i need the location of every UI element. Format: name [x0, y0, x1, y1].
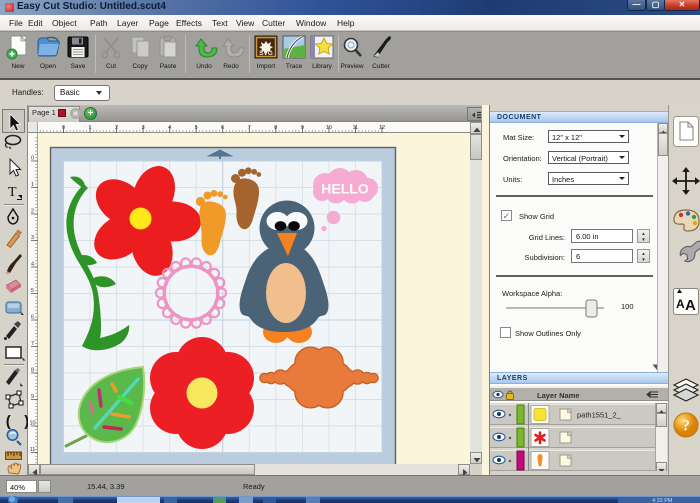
svg-text:11: 11 — [30, 447, 36, 453]
svg-text:4: 4 — [168, 125, 171, 131]
svg-text:8: 8 — [274, 125, 277, 131]
svg-text:A: A — [685, 297, 696, 314]
svg-text:?: ? — [682, 418, 690, 435]
svg-text:5: 5 — [31, 288, 34, 294]
svg-text:0: 0 — [62, 125, 65, 131]
svg-text:( ): ( ) — [4, 414, 28, 431]
svg-text:3: 3 — [31, 235, 34, 241]
svg-text:6: 6 — [221, 125, 224, 131]
svg-text:1: 1 — [31, 182, 34, 188]
svg-text:HELLO: HELLO — [321, 181, 369, 197]
svg-text:9: 9 — [31, 394, 34, 400]
svg-text:7: 7 — [248, 125, 251, 131]
svg-text:9: 9 — [301, 125, 304, 131]
svg-text:path1551_2_: path1551_2_ — [577, 411, 622, 420]
svg-text:2: 2 — [31, 209, 34, 215]
svg-text:4:33 PM: 4:33 PM — [652, 498, 673, 503]
svg-text:10: 10 — [326, 125, 332, 131]
svg-text:10: 10 — [29, 421, 35, 427]
svg-text:7: 7 — [31, 341, 34, 347]
svg-text:12: 12 — [379, 125, 385, 131]
svg-text:8: 8 — [31, 368, 34, 374]
svg-text:A: A — [676, 297, 685, 311]
svg-text:5: 5 — [195, 125, 198, 131]
svg-text:SVG: SVG — [259, 50, 273, 57]
svg-text:T: T — [8, 185, 17, 200]
svg-text:2: 2 — [115, 125, 118, 131]
svg-text:11: 11 — [353, 125, 359, 131]
svg-text:0: 0 — [31, 156, 34, 162]
svg-text:3: 3 — [142, 125, 145, 131]
svg-text:1: 1 — [88, 125, 91, 131]
svg-text:4: 4 — [31, 262, 34, 268]
svg-text:6: 6 — [31, 315, 34, 321]
